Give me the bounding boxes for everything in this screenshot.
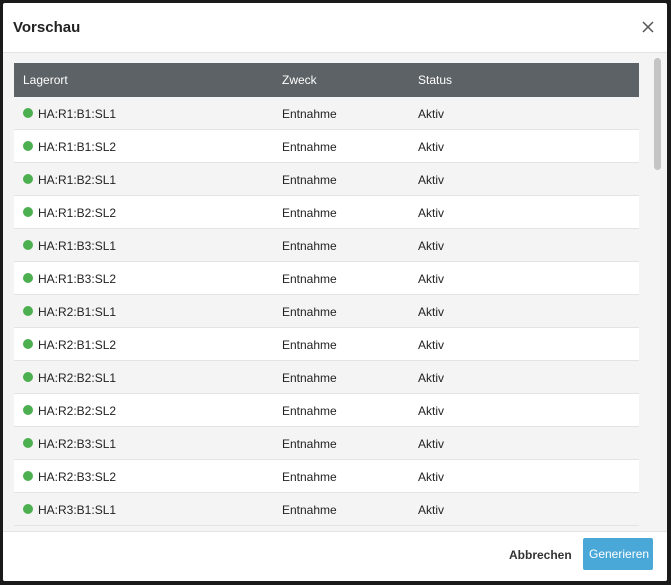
cell-zweck: Entnahme [282, 140, 337, 154]
cell-zweck: Entnahme [282, 107, 337, 121]
cell-zweck: Entnahme [282, 404, 337, 418]
cell-status: Aktiv [418, 404, 445, 418]
table-row[interactable]: HA:R1:B3:SL1 Entnahme Aktiv [14, 229, 639, 262]
cancel-button[interactable]: Abbrechen [509, 548, 572, 562]
cell-zweck: Entnahme [282, 371, 337, 385]
status-dot-icon [23, 273, 33, 283]
cell-lagerort: HA:R1:B1:SL2 [38, 140, 117, 154]
cell-lagerort: HA:R3:B1:SL1 [38, 503, 117, 517]
column-header-zweck: Zweck [282, 73, 317, 87]
table-row[interactable]: HA:R1:B2:SL2 Entnahme Aktiv [14, 196, 639, 229]
cell-status: Aktiv [418, 173, 445, 187]
cell-lagerort: HA:R2:B3:SL1 [38, 437, 117, 451]
cell-status: Aktiv [418, 371, 445, 385]
cell-status: Aktiv [418, 338, 445, 352]
status-dot-icon [23, 174, 33, 184]
status-dot-icon [23, 141, 33, 151]
table-row[interactable]: HA:R1:B3:SL2 Entnahme Aktiv [14, 262, 639, 295]
status-dot-icon [23, 372, 33, 382]
preview-dialog: Vorschau Lagerort Zweck Status HA:R1:B1:… [3, 3, 667, 581]
cell-lagerort: HA:R2:B1:SL2 [38, 338, 117, 352]
cell-status: Aktiv [418, 107, 445, 121]
cell-zweck: Entnahme [282, 239, 337, 253]
cell-status: Aktiv [418, 239, 445, 253]
cell-lagerort: HA:R2:B1:SL1 [38, 305, 117, 319]
cell-zweck: Entnahme [282, 272, 337, 286]
status-dot-icon [23, 339, 33, 349]
cell-lagerort: HA:R2:B2:SL1 [38, 371, 117, 385]
table-row[interactable]: HA:R2:B1:SL1 Entnahme Aktiv [14, 295, 639, 328]
preview-table: Lagerort Zweck Status HA:R1:B1:SL1 Entnah… [14, 63, 639, 526]
cell-zweck: Entnahme [282, 338, 337, 352]
cell-lagerort: HA:R1:B2:SL1 [38, 173, 117, 187]
cell-status: Aktiv [418, 437, 445, 451]
cell-zweck: Entnahme [282, 470, 337, 484]
dialog-title: Vorschau [13, 19, 81, 36]
cell-zweck: Entnahme [282, 305, 337, 319]
cell-status: Aktiv [418, 272, 445, 286]
table-body: HA:R1:B1:SL1 Entnahme Aktiv HA:R1:B1:SL2 Ent… [14, 97, 639, 526]
status-dot-icon [23, 240, 33, 250]
cell-lagerort: HA:R1:B1:SL1 [38, 107, 117, 121]
column-header-lagerort: Lagerort [23, 73, 68, 87]
column-header-status: Status [418, 73, 453, 87]
status-dot-icon [23, 504, 33, 514]
generate-button[interactable]: Generieren [583, 538, 653, 570]
cell-status: Aktiv [418, 140, 445, 154]
status-dot-icon [23, 108, 33, 118]
status-dot-icon [23, 471, 33, 481]
table-header: Lagerort Zweck Status [14, 63, 639, 97]
table-row[interactable]: HA:R2:B3:SL1 Entnahme Aktiv [14, 427, 639, 460]
close-icon[interactable] [639, 18, 657, 36]
status-dot-icon [23, 405, 33, 415]
cell-lagerort: HA:R1:B3:SL1 [38, 239, 117, 253]
cell-zweck: Entnahme [282, 206, 337, 220]
status-dot-icon [23, 207, 33, 217]
table-row[interactable]: HA:R1:B1:SL1 Entnahme Aktiv [14, 97, 639, 130]
cell-lagerort: HA:R1:B2:SL2 [38, 206, 117, 220]
cell-zweck: Entnahme [282, 173, 337, 187]
table-row[interactable]: HA:R2:B2:SL2 Entnahme Aktiv [14, 394, 639, 427]
cell-lagerort: HA:R1:B3:SL2 [38, 272, 117, 286]
scrollbar-thumb[interactable] [654, 58, 661, 170]
table-row[interactable]: HA:R2:B1:SL2 Entnahme Aktiv [14, 328, 639, 361]
table-row[interactable]: HA:R2:B3:SL2 Entnahme Aktiv [14, 460, 639, 493]
table-row[interactable]: HA:R2:B2:SL1 Entnahme Aktiv [14, 361, 639, 394]
cell-zweck: Entnahme [282, 503, 337, 517]
status-dot-icon [23, 438, 33, 448]
cell-status: Aktiv [418, 305, 445, 319]
cell-lagerort: HA:R2:B2:SL2 [38, 404, 117, 418]
vertical-scrollbar[interactable] [651, 53, 663, 531]
cell-status: Aktiv [418, 470, 445, 484]
cell-status: Aktiv [418, 206, 445, 220]
cell-zweck: Entnahme [282, 437, 337, 451]
cell-lagerort: HA:R2:B3:SL2 [38, 470, 117, 484]
table-row[interactable]: HA:R1:B2:SL1 Entnahme Aktiv [14, 163, 639, 196]
dialog-header: Vorschau [3, 3, 667, 53]
status-dot-icon [23, 306, 33, 316]
cell-status: Aktiv [418, 503, 445, 517]
dialog-body: Lagerort Zweck Status HA:R1:B1:SL1 Entnah… [3, 53, 667, 531]
table-row[interactable]: HA:R1:B1:SL2 Entnahme Aktiv [14, 130, 639, 163]
dialog-footer: Abbrechen Generieren [3, 531, 667, 581]
table-row[interactable]: HA:R3:B1:SL1 Entnahme Aktiv [14, 493, 639, 526]
